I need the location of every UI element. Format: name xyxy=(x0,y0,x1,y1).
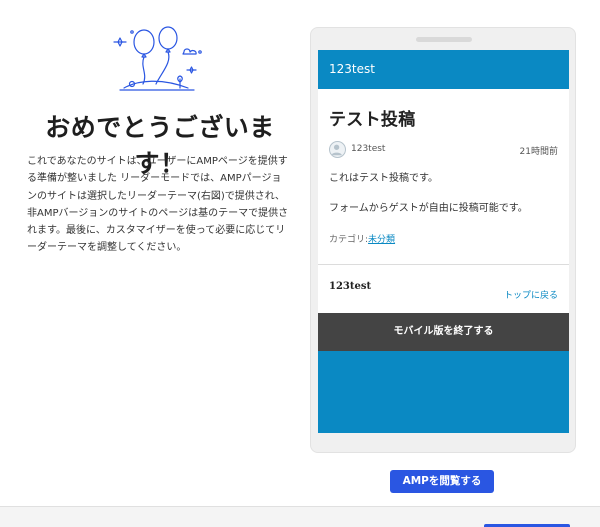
preview-post-meta: 123test 21時間前 xyxy=(329,141,558,159)
mobile-preview-screen: 123test テスト投稿 123test 21時間前 これはテスト投稿です。 … xyxy=(318,50,569,433)
preview-site-header: 123test xyxy=(318,50,569,89)
exit-mobile-version-button[interactable]: モバイル版を終了する xyxy=(318,313,569,351)
preview-post-paragraph: フォームからゲストが自由に投稿可能です。 xyxy=(329,203,528,214)
back-to-top-link[interactable]: トップに戻る xyxy=(504,288,558,301)
preview-post-paragraph: これはテスト投稿です。 xyxy=(329,173,438,184)
preview-post-author: 123test xyxy=(351,144,386,154)
preview-post-category: カテゴリ:未分類 xyxy=(329,232,558,245)
setup-description: これであなたのサイトは、ユーザーにAMPページを提供する準備が整いました リーダ… xyxy=(27,156,289,254)
phone-speaker xyxy=(416,37,472,42)
preview-post: テスト投稿 123test 21時間前 これはテスト投稿です。 フォームからゲス… xyxy=(318,89,569,265)
category-link[interactable]: 未分類 xyxy=(368,235,395,245)
preview-footer-site-name: 123test xyxy=(329,281,372,292)
preview-footer-fill xyxy=(318,351,569,433)
preview-post-time: 21時間前 xyxy=(519,147,558,157)
user-avatar-icon xyxy=(329,141,346,158)
view-amp-button[interactable]: AMPを閲覧する xyxy=(390,470,494,493)
preview-footer: 123test トップに戻る xyxy=(318,265,569,313)
preview-post-title: テスト投稿 xyxy=(329,110,416,130)
mobile-preview-frame: 123test テスト投稿 123test 21時間前 これはテスト投稿です。 … xyxy=(310,27,576,453)
balloons-celebration-icon xyxy=(113,26,202,91)
category-label: カテゴリ: xyxy=(329,235,369,245)
